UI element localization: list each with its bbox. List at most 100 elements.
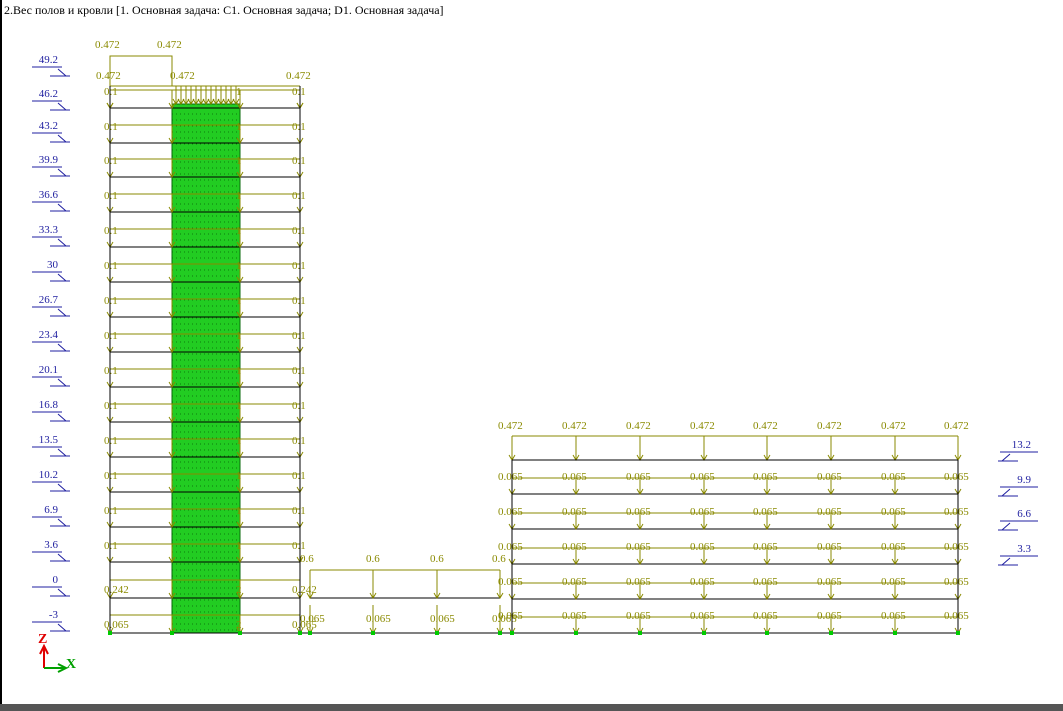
annex-floor-load-value: 0.065 <box>690 576 715 588</box>
annex-roof-load-arrow <box>954 436 962 461</box>
level-mark-arrow <box>57 483 68 492</box>
annex-floor-load-value: 0.065 <box>753 576 778 588</box>
annex-floor-load-value: 0.065 <box>753 610 778 622</box>
level-mark-arrow <box>1000 557 1011 566</box>
annex-roof-load-arrow <box>827 436 835 461</box>
floor-load-value: 0.242 <box>104 584 129 596</box>
floor-load-value: 1 <box>236 225 242 237</box>
floor-load-value: 1 <box>236 121 242 133</box>
annex-floor-load-value: 0.065 <box>881 610 906 622</box>
annex-floor-load-value: 0.065 <box>498 576 523 588</box>
floor-load-value: 0.1 <box>104 505 118 517</box>
roof-load-arrow <box>202 86 210 105</box>
floor-load-value: 1 <box>236 400 242 412</box>
floor-load-value: 0.1 <box>104 540 118 552</box>
annex-floor-load-value: 0.065 <box>944 576 969 588</box>
annex-roof-load-arrow <box>700 436 708 461</box>
level-mark-value: 0 <box>53 574 59 586</box>
level-mark-value: 33.3 <box>39 224 59 236</box>
support-node <box>170 631 174 635</box>
annex-floor-load-value: 0.065 <box>498 471 523 483</box>
support-node <box>298 631 302 635</box>
floor-load-value: 1 <box>236 505 242 517</box>
roof-load-value: 0.472 <box>157 39 182 51</box>
floor-load-value: 0.1 <box>104 121 118 133</box>
annex-floor-load-value: 0.065 <box>690 541 715 553</box>
annex-roof-load-value: 0.472 <box>562 420 587 432</box>
annex-floor-load-value: 0.065 <box>944 471 969 483</box>
canopy-load-value: 0.6 <box>492 553 506 565</box>
level-mark-arrow <box>1000 488 1011 497</box>
annex-floor-load-value: 0.065 <box>690 471 715 483</box>
roof-load-arrow <box>187 86 195 105</box>
support-node <box>638 631 642 635</box>
support-node <box>893 631 897 635</box>
annex-floor-load-value: 0.065 <box>690 610 715 622</box>
axis-z-label: Z <box>38 632 47 647</box>
floor-load-value: 2 <box>236 584 242 596</box>
level-mark-value: 30 <box>47 259 59 271</box>
roof-load-value: 0.472 <box>96 70 121 82</box>
window-bottom-border <box>0 704 1063 711</box>
annex-floor-load-value: 0.065 <box>944 610 969 622</box>
drawing-window: 2.Вес полов и кровли [1. Основная задача… <box>0 0 1063 711</box>
annex-floor-load-value: 0.065 <box>817 541 842 553</box>
annex-roof-load-arrow <box>763 436 771 461</box>
axis-x-label: X <box>66 657 76 672</box>
roof-load-arrow <box>217 86 225 105</box>
level-mark-arrow <box>57 343 68 352</box>
annex-floor-load-value: 0.065 <box>753 506 778 518</box>
level-mark-arrow <box>57 588 68 597</box>
roof-load-value: 0.472 <box>286 70 311 82</box>
level-mark-arrow <box>57 518 68 527</box>
floor-load-value: 0.1 <box>292 190 306 202</box>
annex-floor-load-value: 0.065 <box>881 506 906 518</box>
floor-load-value: 0.1 <box>292 540 306 552</box>
level-mark-value: 3.3 <box>1017 543 1031 555</box>
floor-load-value: 0.1 <box>104 435 118 447</box>
roof-load-arrow <box>177 86 185 105</box>
annex-roof-load-value: 0.472 <box>690 420 715 432</box>
annex-roof-load-value: 0.472 <box>817 420 842 432</box>
level-mark-value: 23.4 <box>39 329 59 341</box>
support-node <box>510 631 514 635</box>
structure-drawing[interactable]: 0.472 0.472 0.472 0.472 0.472 0.1 0.1 1 0.1 0.1 1 0… <box>0 0 1063 705</box>
roof-load-arrow <box>222 86 230 105</box>
floor-load-value: 2 <box>236 619 242 631</box>
level-mark-value: 39.9 <box>39 154 59 166</box>
basement-load-value: 0.065 <box>366 613 391 625</box>
floor-load-value: 1 <box>236 330 242 342</box>
level-mark-arrow <box>57 623 68 632</box>
floor-load-value: 0.1 <box>104 470 118 482</box>
level-mark-value: 16.8 <box>39 399 59 411</box>
floor-load-value: 0.1 <box>292 86 306 98</box>
annex-floor-load-value: 0.065 <box>944 541 969 553</box>
level-mark-value: 6.6 <box>1017 508 1031 520</box>
level-mark-arrow <box>57 134 68 143</box>
floor-load-value: 0.1 <box>292 470 306 482</box>
annex-floor-load-value: 0.065 <box>881 576 906 588</box>
roof-load-value: 0.472 <box>95 39 120 51</box>
floor-load-value: 1 <box>236 435 242 447</box>
annex-floor-load-value: 0.065 <box>881 541 906 553</box>
annex-floor-load-value: 0.065 <box>881 471 906 483</box>
annex-floor-load-value: 0.065 <box>626 506 651 518</box>
annex-floor-load-value: 0.065 <box>562 506 587 518</box>
canopy-load-value: 0.6 <box>366 553 380 565</box>
annex-floor-load-value: 0.065 <box>690 506 715 518</box>
floor-load-value: 1 <box>236 260 242 272</box>
level-mark-value: 13.5 <box>39 434 59 446</box>
level-mark-value: 46.2 <box>39 88 58 100</box>
support-node <box>956 631 960 635</box>
level-mark-arrow <box>1000 453 1011 462</box>
annex-floor-load-value: 0.065 <box>626 541 651 553</box>
floor-load-value: 0.1 <box>292 295 306 307</box>
annex-roof-load-arrow <box>508 436 516 461</box>
floor-load-value: 1 <box>236 295 242 307</box>
level-mark-value: 43.2 <box>39 120 58 132</box>
level-mark-value: 26.7 <box>39 294 59 306</box>
annex-floor-load-value: 0.065 <box>753 541 778 553</box>
annex-floor-load-value: 0.065 <box>753 471 778 483</box>
annex-roof-load-value: 0.472 <box>881 420 906 432</box>
axis-indicator: ZX <box>38 632 76 673</box>
